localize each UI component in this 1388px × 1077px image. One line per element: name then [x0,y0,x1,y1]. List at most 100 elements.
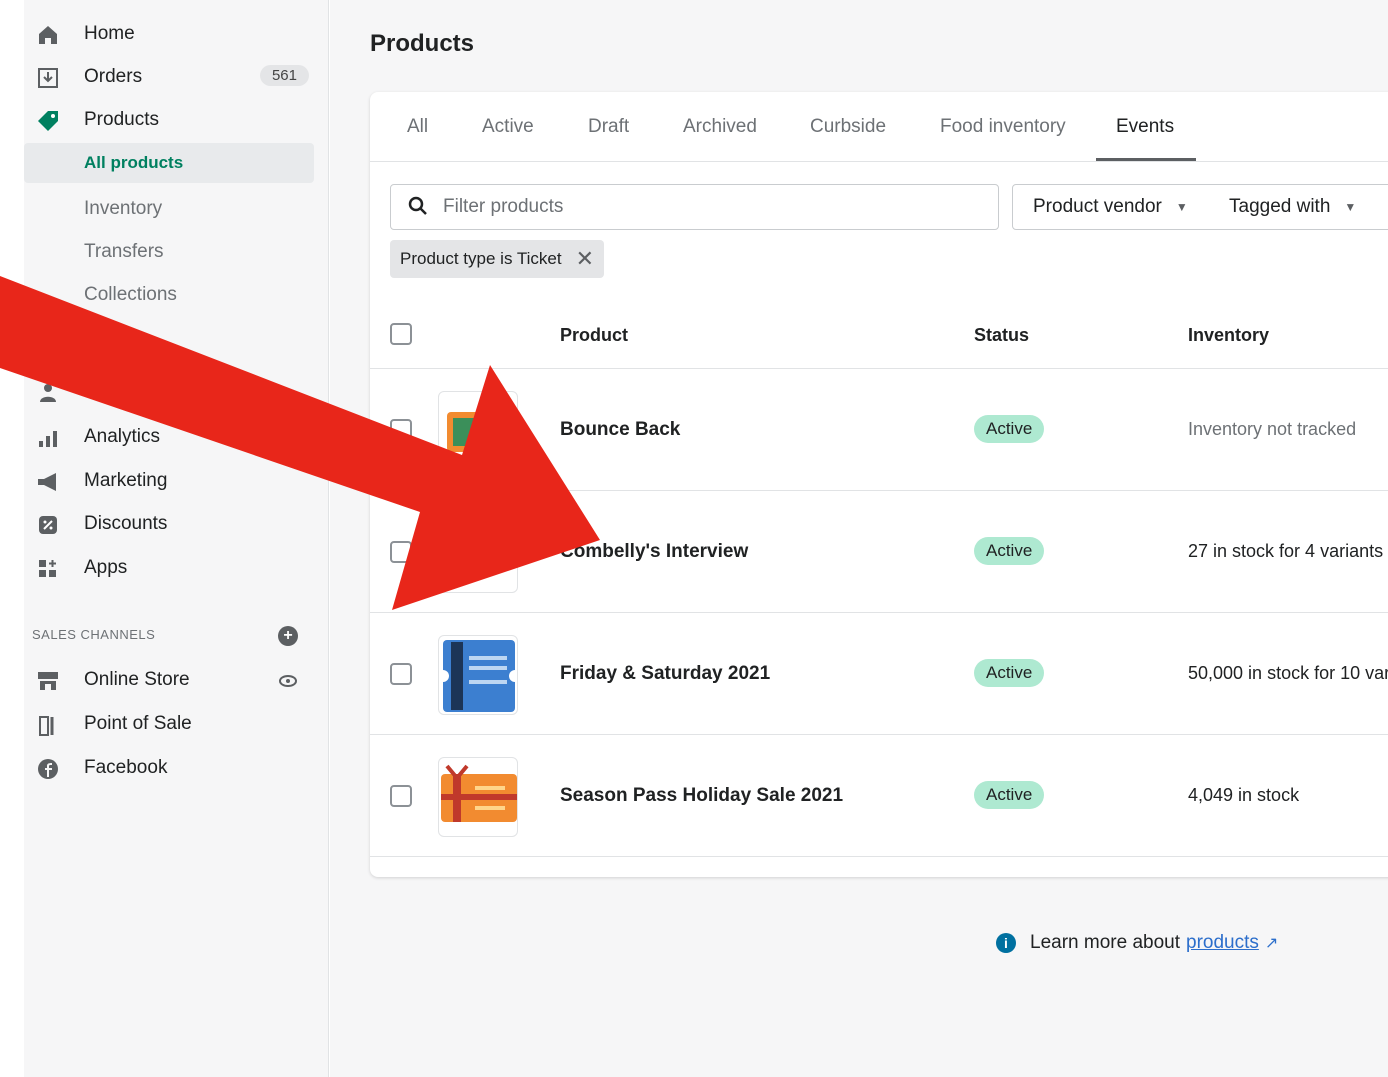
header-product: Product [560,325,629,345]
nav-collections[interactable]: Collections [24,275,314,315]
apps-icon [36,557,60,581]
table-row[interactable]: Combelly's Interview Active 27 in stock … [370,491,1388,613]
sales-channels-title: SALES CHANNELS [32,627,156,642]
nav-analytics-label: Analytics [84,426,161,447]
tab-selected-indicator [1096,158,1196,161]
tagged-with-button[interactable]: Tagged with ▼ [1209,184,1388,230]
nav-facebook-label: Facebook [84,757,168,778]
nav-collections-label: Collections [84,284,177,305]
product-thumbnail [438,391,518,471]
nav-discounts[interactable]: Discounts [24,504,314,544]
tagged-with-label: Tagged with [1229,196,1331,217]
nav-facebook[interactable]: Facebook [24,748,314,788]
search-input[interactable] [443,193,983,221]
nav-transfers-label: Transfers [84,241,164,262]
store-icon [36,669,60,693]
caret-down-icon: ▼ [1175,200,1188,214]
row-checkbox[interactable] [390,663,412,685]
learn-more-text: Learn more about [1030,932,1180,953]
table-header: Product Status Inventory [370,307,1388,369]
nav-marketing[interactable]: Marketing [24,461,314,501]
nav-all-products[interactable]: All products [24,143,314,183]
orders-icon [36,66,60,90]
tab-all[interactable]: All [407,116,428,138]
filter-chip-label: Product type is Ticket [400,249,562,268]
product-name[interactable]: Bounce Back [560,419,680,441]
nav-discounts-label: Discounts [84,513,168,534]
filter-chip: Product type is Ticket ✕ [390,240,605,278]
row-checkbox[interactable] [390,785,412,807]
inventory-value: Inventory not tracked [1188,419,1357,439]
row-checkbox[interactable] [390,541,412,563]
status-badge: Active [974,415,1045,443]
page-title: Products [370,30,475,57]
tab-events[interactable]: Events [1116,116,1174,138]
nav-products[interactable]: Products [24,100,314,140]
nav-marketing-label: Marketing [84,470,168,491]
analytics-icon [36,426,60,450]
table-row[interactable]: Season Pass Holiday Sale 2021 Active 4,0… [370,735,1388,857]
nav-orders[interactable]: Orders 561 [24,57,314,97]
tab-archived[interactable]: Archived [683,116,757,138]
tab-curbside[interactable]: Curbside [810,116,886,138]
status-badge: Active [974,659,1045,687]
search-box [390,184,999,230]
row-checkbox[interactable] [390,419,412,441]
product-thumbnail [438,513,518,593]
product-vendor-label: Product vendor [1033,196,1162,217]
status-badge: Active [974,781,1045,809]
tab-draft[interactable]: Draft [588,116,629,138]
learn-more: i Learn more about products ↗ [996,932,1278,954]
product-thumbnail [438,635,518,715]
inventory-value: 27 in stock for 4 variants [1188,541,1384,561]
product-name[interactable]: Friday & Saturday 2021 [560,663,770,685]
products-link[interactable]: products [1186,932,1259,954]
nav-all-products-label: All products [84,153,184,172]
tag-icon [36,109,60,133]
status-badge: Active [974,537,1045,565]
close-icon[interactable]: ✕ [576,246,594,272]
nav-products-label: Products [84,109,159,130]
product-vendor-button[interactable]: Product vendor ▼ [1012,184,1210,230]
inventory-value: 4,049 in stock [1188,785,1300,805]
product-thumbnail [438,757,518,837]
customer-icon [36,381,60,405]
pos-icon [36,713,60,737]
header-status: Status [974,325,1030,345]
products-card: All Active Draft Archived Curbside Food … [370,92,1388,877]
eye-icon[interactable] [278,671,298,691]
caret-down-icon: ▼ [1344,200,1357,214]
inventory-value: 50,000 in stock for 10 variants [1188,663,1388,683]
tab-bar: All Active Draft Archived Curbside Food … [370,92,1388,162]
product-name[interactable]: Combelly's Interview [560,541,748,563]
nav-apps-label: Apps [84,557,128,578]
add-channel-icon[interactable]: + [278,626,298,646]
nav-online-store[interactable]: Online Store [24,660,314,700]
tab-food-inventory[interactable]: Food inventory [940,116,1066,138]
nav-analytics[interactable]: Analytics [24,417,314,457]
home-icon [36,23,60,47]
select-all-checkbox[interactable] [390,323,412,345]
nav-point-of-sale[interactable]: Point of Sale [24,704,314,744]
product-name[interactable]: Season Pass Holiday Sale 2021 [560,785,843,807]
nav-point-of-sale-label: Point of Sale [84,713,192,734]
facebook-icon [36,757,60,781]
header-inventory: Inventory [1188,325,1270,345]
nav-home-label: Home [84,23,135,44]
nav-inventory[interactable]: Inventory [24,189,314,229]
info-icon: i [996,933,1016,953]
nav-orders-label: Orders [84,66,143,87]
megaphone-icon [36,470,60,494]
orders-count-badge: 561 [259,65,309,86]
search-icon [407,195,429,217]
nav-home[interactable]: Home [24,14,314,54]
nav-transfers[interactable]: Transfers [24,232,314,272]
nav-online-store-label: Online Store [84,669,190,690]
table-row[interactable]: Friday & Saturday 2021 Active 50,000 in … [370,613,1388,735]
nav-inventory-label: Inventory [84,198,163,219]
nav-apps[interactable]: Apps [24,548,314,588]
nav-customers[interactable] [24,372,314,412]
table-row[interactable]: Bounce Back Active Inventory not tracked [370,369,1388,491]
main-content: Products All Active Draft Archived Curbs… [330,0,1388,1077]
tab-active[interactable]: Active [482,116,534,138]
